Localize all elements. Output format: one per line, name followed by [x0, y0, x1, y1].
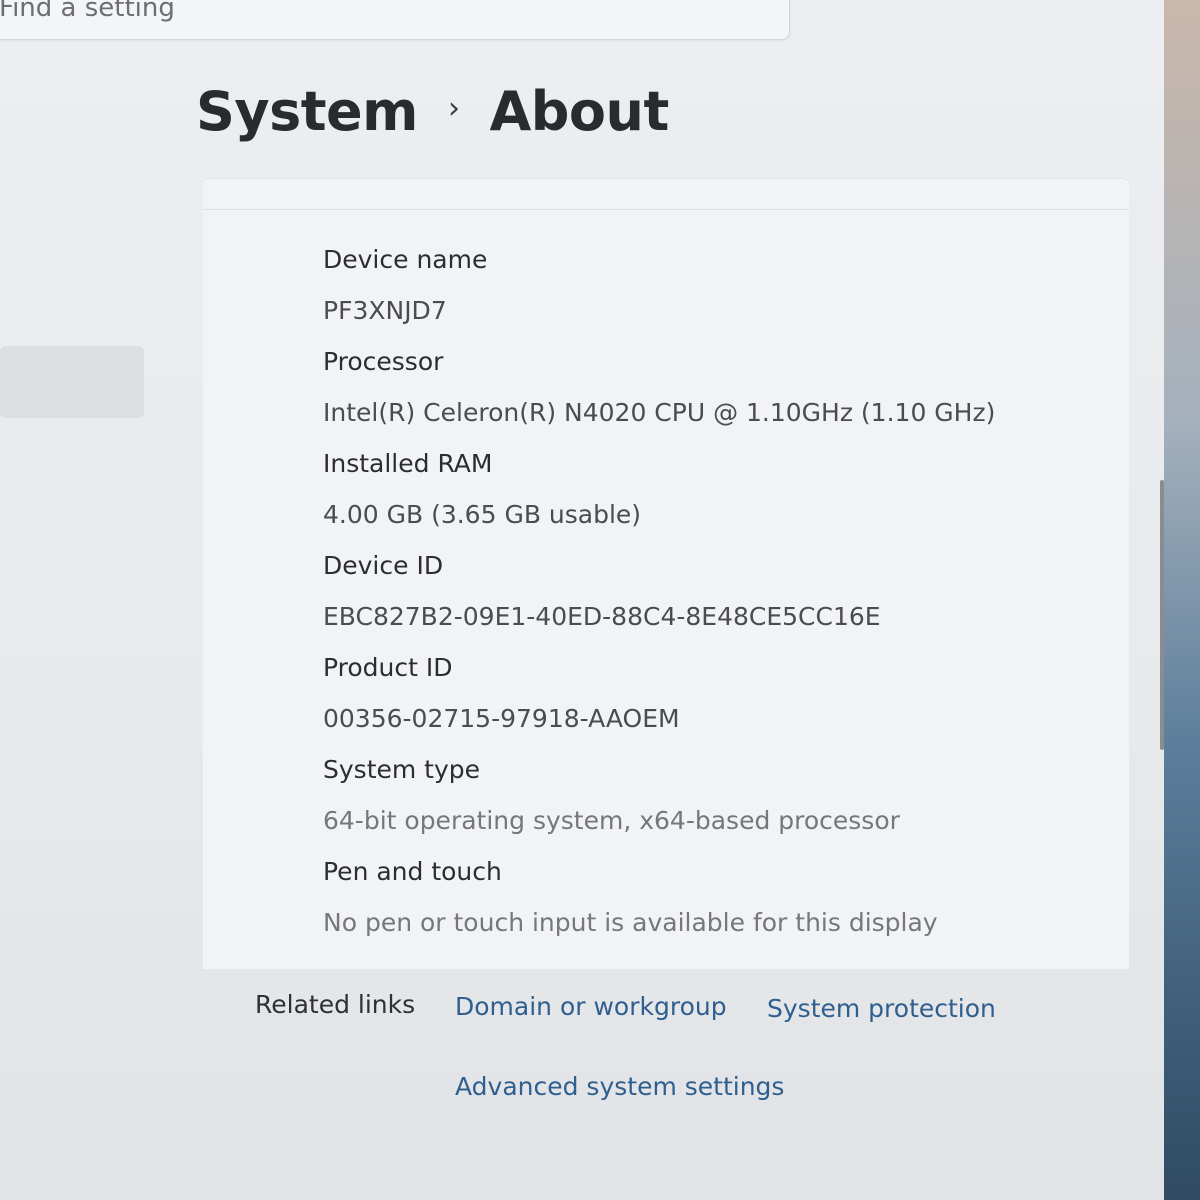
desktop-wallpaper-edge [1164, 0, 1200, 1200]
spec-label-device-name: Device name [323, 245, 488, 274]
spec-label-product-id: Product ID [323, 653, 453, 682]
spec-list: Device name PF3XNJD7 Processor Intel(R) … [323, 234, 995, 948]
spec-value-device-name: PF3XNJD7 [323, 296, 447, 325]
domain-or-workgroup-link[interactable]: Domain or workgroup [455, 992, 727, 1021]
system-protection-link[interactable]: System protection [767, 994, 996, 1023]
related-links-label: Related links [255, 990, 416, 1019]
panel-header-divider [203, 179, 1129, 210]
spec-label-system-type: System type [323, 755, 481, 784]
spec-label-pen-and-touch: Pen and touch [323, 857, 502, 886]
search-placeholder: Find a setting [0, 0, 175, 23]
spec-label-device-id: Device ID [323, 551, 444, 580]
spec-label-installed-ram: Installed RAM [323, 449, 493, 478]
chevron-right-icon: › [447, 91, 460, 126]
settings-window: Find a setting System › About Device nam… [0, 0, 1200, 1200]
spec-value-processor: Intel(R) Celeron(R) N4020 CPU @ 1.10GHz … [323, 398, 996, 427]
sidebar-item-system-selected[interactable] [0, 346, 144, 418]
device-specifications-panel: Device name PF3XNJD7 Processor Intel(R) … [203, 178, 1129, 969]
search-input[interactable]: Find a setting [0, 0, 790, 40]
spec-value-installed-ram: 4.00 GB (3.65 GB usable) [323, 500, 642, 529]
breadcrumb: System › About [196, 80, 669, 143]
spec-value-product-id: 00356-02715-97918-AAOEM [323, 704, 680, 733]
spec-value-system-type: 64-bit operating system, x64-based proce… [323, 806, 900, 835]
spec-value-device-id: EBC827B2-09E1-40ED-88C4-8E48CE5CC16E [323, 602, 881, 631]
vertical-scrollbar[interactable] [1160, 480, 1164, 750]
breadcrumb-parent[interactable]: System [196, 80, 418, 143]
page-title: About [489, 80, 669, 143]
spec-label-processor: Processor [323, 347, 444, 376]
advanced-system-settings-link[interactable]: Advanced system settings [455, 1072, 784, 1101]
spec-value-pen-and-touch: No pen or touch input is available for t… [323, 908, 938, 937]
